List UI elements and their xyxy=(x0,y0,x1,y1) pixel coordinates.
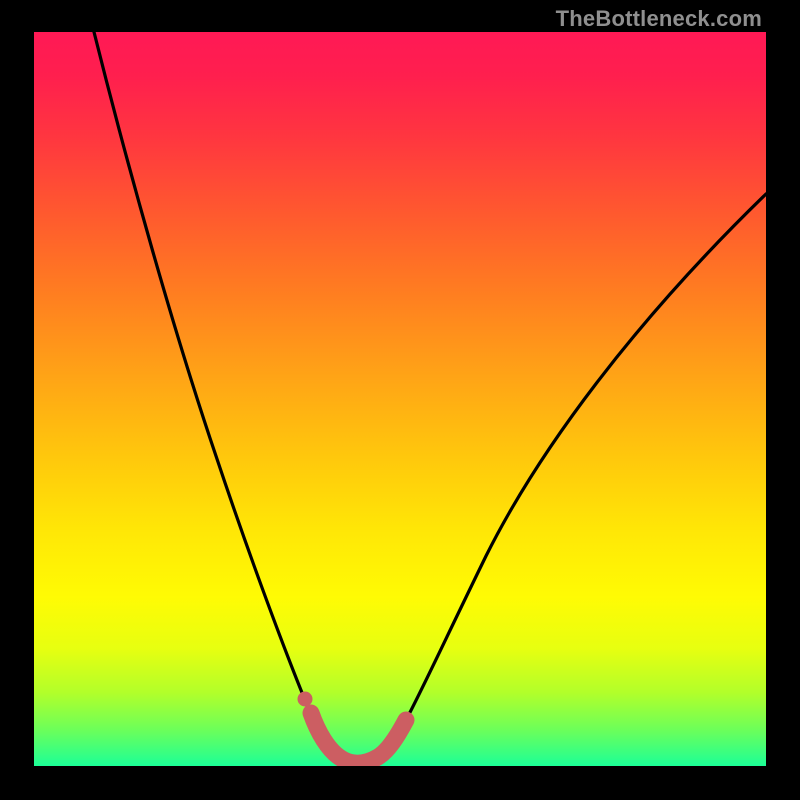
bottleneck-curve xyxy=(34,32,766,766)
highlight-dot xyxy=(298,692,313,707)
watermark-text: TheBottleneck.com xyxy=(556,6,762,32)
curve-path xyxy=(94,32,766,763)
highlight-path xyxy=(311,713,406,763)
gradient-plot-area xyxy=(34,32,766,766)
